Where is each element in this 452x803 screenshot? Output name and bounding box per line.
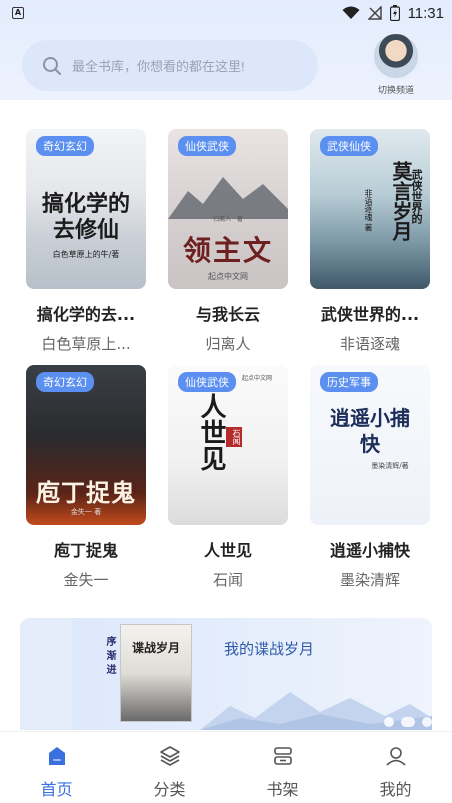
book-card[interactable]: 仙侠武侠 人世见 石闻 起点中文网 人世见 石闻: [168, 365, 288, 590]
book-card[interactable]: 仙侠武侠 归离人 · 著 领主文 起点中文网 与我长云 归离人: [168, 129, 288, 354]
search-bar[interactable]: 最全书库，你想看的都在这里!: [22, 40, 318, 91]
app-notification-icon: A: [12, 7, 24, 19]
cover-author: 石闻: [226, 427, 242, 447]
book-author: 金失一: [63, 571, 109, 589]
cover-title: 搞化学的去修仙: [41, 191, 130, 243]
cover-title: 领主文: [182, 234, 273, 267]
book-title: 人世见: [203, 541, 252, 560]
genre-tag: 历史军事: [320, 372, 378, 392]
book-author: 白色草原上...: [41, 335, 131, 353]
book-author: 石闻: [212, 571, 243, 589]
search-icon: [43, 56, 61, 75]
cover-title: 人世见: [196, 393, 226, 471]
book-author: 墨染清辉: [339, 571, 400, 589]
nav-category[interactable]: 分类: [113, 732, 226, 803]
cover-publisher: 起点中文网: [208, 272, 248, 281]
book-card[interactable]: 历史军事 逍遥小捕快 墨染清辉/著 逍遥小捕快 墨染清辉: [310, 365, 430, 590]
carousel-indicator: [384, 717, 432, 727]
genre-tag: 奇幻玄幻: [36, 372, 94, 392]
cover-author: 金失一 著: [70, 508, 102, 516]
book-title: 庖丁捉鬼: [53, 541, 118, 560]
switch-channel-button[interactable]: 切换频道: [367, 32, 425, 96]
cover-top-text: 归离人 · 著: [213, 216, 243, 223]
book-cover: 历史军事 逍遥小捕快 墨染清辉/著: [310, 365, 430, 525]
book-author: 归离人: [205, 335, 251, 353]
book-title: 与我长云: [195, 305, 260, 324]
nav-bookshelf[interactable]: 书架: [226, 732, 339, 803]
banner-book-title: 我的谍战岁月: [224, 641, 315, 658]
nav-label: 首页: [40, 780, 73, 799]
status-bar: A 11:31: [0, 0, 452, 26]
book-title: 武侠世界的...: [320, 305, 420, 324]
book-cover: 武侠仙侠 莫言岁月 武侠世界的 非语逐魂 著: [310, 129, 430, 289]
book-card[interactable]: 武侠仙侠 莫言岁月 武侠世界的 非语逐魂 著 武侠世界的... 非语逐魂: [310, 129, 430, 354]
switch-channel-label: 切换频道: [377, 85, 414, 95]
banner-cover-title: 谍战岁月: [131, 641, 180, 655]
book-cover: 奇幻玄幻 庖丁捉鬼 金失一 著: [26, 365, 146, 525]
genre-tag: 仙侠武侠: [178, 372, 236, 392]
carousel-dot[interactable]: [384, 717, 394, 727]
book-card[interactable]: 奇幻玄幻 庖丁捉鬼 金失一 著 庖丁捉鬼 金失一: [26, 365, 146, 590]
nav-label: 分类: [153, 780, 186, 799]
banner-side-panel: [20, 618, 72, 730]
mountain-illustration: [168, 177, 288, 219]
book-author: 非语逐魂: [339, 335, 400, 353]
book-card[interactable]: 奇幻玄幻 搞化学的去修仙 白色草原上的牛/著 搞化学的去... 白色草原上...: [26, 129, 146, 354]
banner-book-cover: 谍战岁月: [120, 624, 192, 722]
promo-banner[interactable]: 读书务在 循序渐进 谍战岁月 我的谍战岁月: [20, 618, 432, 730]
nav-profile[interactable]: 我的: [339, 732, 452, 803]
cover-title: 庖丁捉鬼: [36, 478, 136, 507]
book-title: 逍遥小捕快: [329, 541, 410, 560]
cover-author: 墨染清辉/著: [371, 462, 409, 470]
avatar: [372, 32, 420, 80]
nav-label: 我的: [379, 780, 412, 799]
nav-label: 书架: [266, 780, 299, 799]
battery-icon: [389, 5, 400, 21]
layers-icon: [159, 746, 180, 766]
book-title: 搞化学的去...: [36, 305, 136, 324]
cover-author: 白色草原上的牛/著: [52, 250, 120, 259]
profile-icon: [385, 747, 406, 766]
home-icon: [48, 747, 65, 765]
bottom-navigation: 首页 分类 书架 我的: [0, 731, 452, 803]
genre-tag: 仙侠武侠: [178, 136, 236, 156]
cover-title: 逍遥小捕快: [330, 406, 410, 456]
status-time: 11:31: [407, 4, 444, 22]
nav-home[interactable]: 首页: [0, 732, 113, 803]
cover-side-text: 武侠世界的: [410, 169, 423, 224]
wifi-icon: [342, 6, 360, 19]
carousel-dot-active[interactable]: [401, 717, 415, 727]
genre-tag: 武侠仙侠: [320, 136, 378, 156]
book-cover: 仙侠武侠 归离人 · 著 领主文 起点中文网: [168, 129, 288, 289]
carousel-dot[interactable]: [422, 717, 432, 727]
cover-author: 非语逐魂 著: [364, 189, 373, 232]
cover-publisher: 起点中文网: [241, 375, 272, 382]
bookshelf-icon: [273, 747, 292, 765]
genre-tag: 奇幻玄幻: [36, 136, 94, 156]
no-signal-icon: [367, 6, 382, 20]
book-cover: 仙侠武侠 人世见 石闻 起点中文网: [168, 365, 288, 525]
search-placeholder: 最全书库，你想看的都在这里!: [72, 59, 245, 74]
book-cover: 奇幻玄幻 搞化学的去修仙 白色草原上的牛/著: [26, 129, 146, 289]
